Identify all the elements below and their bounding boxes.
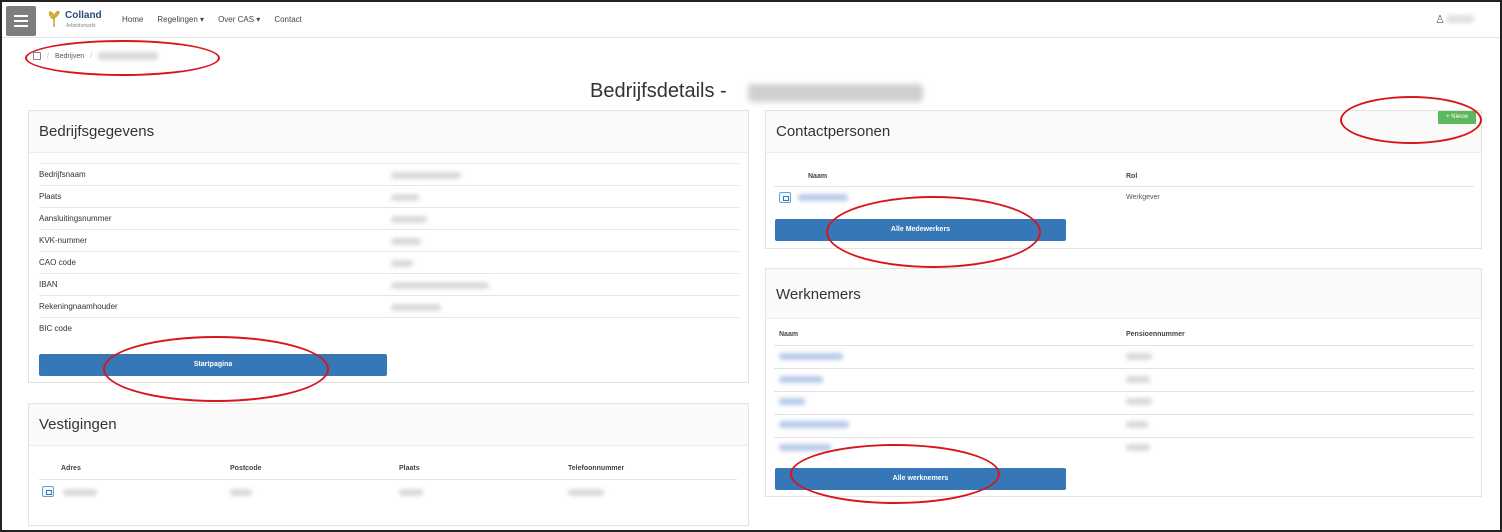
field-row: Bedrijfsnaam (39, 163, 739, 185)
col-naam: Naam (779, 331, 799, 338)
annotation-ellipse (103, 336, 329, 402)
field-row: Rekeningnaamhouder (39, 295, 739, 317)
nav-home[interactable]: Home (122, 15, 143, 24)
brand-name: Colland (65, 10, 102, 21)
top-navbar: Colland Arbeidsmarkt Home Regelingen ▾ O… (2, 2, 1500, 38)
col-naam: Naam (808, 173, 828, 180)
annotation-ellipse (25, 40, 220, 76)
panel-heading: Werknemers (766, 269, 1481, 319)
contact-role: Werkgever (1126, 194, 1160, 201)
col-postcode: Postcode (230, 465, 262, 472)
panel-heading: Vestigingen (29, 404, 748, 446)
col-telefoonnummer: Telefoonnummer (568, 465, 625, 472)
nav-contact[interactable]: Contact (274, 15, 302, 24)
view-icon[interactable] (779, 192, 791, 203)
annotation-ellipse (826, 196, 1041, 268)
panel-bedrijfsgegevens: Bedrijfsgegevens Bedrijfsnaam Plaats Aan… (28, 110, 749, 383)
panel-vestigingen: Vestigingen Adres Postcode Plaats Telefo… (28, 403, 749, 526)
nav-over-cas[interactable]: Over CAS ▾ (218, 15, 260, 24)
brand-sub: Arbeidsmarkt (66, 23, 96, 29)
user-icon[interactable]: ♙ (1435, 13, 1445, 26)
page-title: Bedrijfsdetails - (590, 80, 727, 102)
field-row: KVK-nummer (39, 229, 739, 251)
panel-heading: Bedrijfsgegevens (29, 111, 748, 153)
field-row: Plaats (39, 185, 739, 207)
user-name-redacted[interactable] (1446, 15, 1474, 23)
annotation-ellipse (790, 444, 1000, 504)
brand-logo[interactable]: Colland Arbeidsmarkt (48, 8, 112, 32)
field-row: Aansluitingsnummer (39, 207, 739, 229)
menu-icon[interactable] (6, 6, 36, 36)
col-rol: Rol (1126, 173, 1138, 180)
col-pensioennummer: Pensioennummer (1126, 331, 1185, 338)
edit-icon[interactable] (42, 486, 54, 497)
nav-regelingen[interactable]: Regelingen ▾ (157, 15, 204, 24)
annotation-ellipse (1340, 96, 1482, 144)
col-plaats: Plaats (399, 465, 420, 472)
field-row: IBAN (39, 273, 739, 295)
company-name-redacted (748, 84, 923, 102)
main-nav: Home Regelingen ▾ Over CAS ▾ Contact (122, 15, 302, 24)
leaf-icon (48, 11, 60, 27)
col-adres: Adres (61, 465, 81, 472)
field-row: CAO code (39, 251, 739, 273)
